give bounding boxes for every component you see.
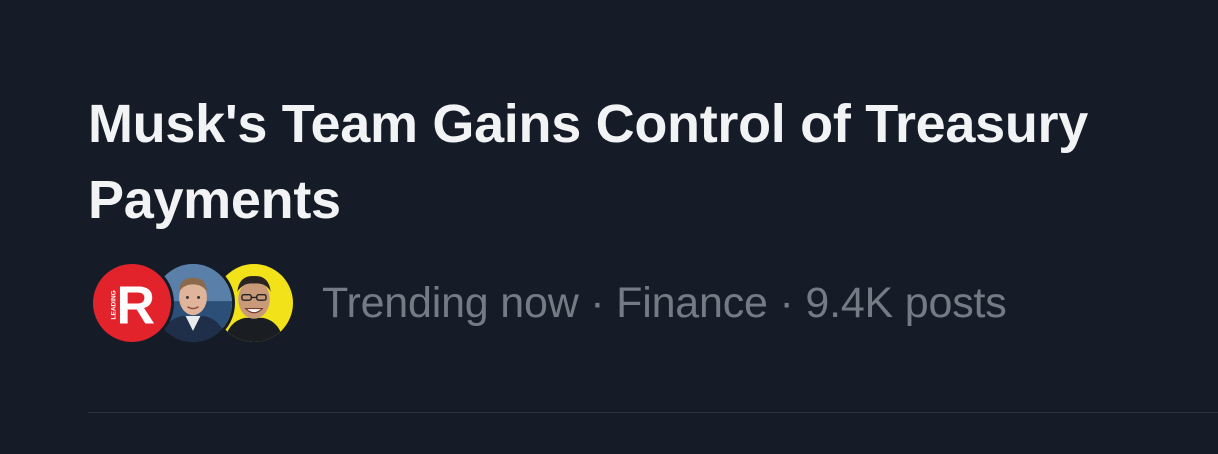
trend-meta: R LEADING Trending now · Finance · 9.4K …: [90, 258, 1007, 348]
leading-report-logo-icon: R LEADING: [90, 261, 174, 345]
trend-post-count: 9.4K posts: [805, 278, 1007, 327]
divider: [88, 412, 1218, 413]
trend-status: Trending now: [322, 278, 579, 327]
trend-headline[interactable]: Musk's Team Gains Control of Treasury Pa…: [88, 86, 1148, 238]
avatar-stack: R LEADING: [90, 258, 296, 348]
trend-meta-text: Trending now · Finance · 9.4K posts: [322, 279, 1007, 328]
meta-separator: ·: [590, 278, 605, 327]
trend-item[interactable]: Musk's Team Gains Control of Treasury Pa…: [0, 0, 1218, 454]
svg-text:LEADING: LEADING: [110, 290, 117, 319]
svg-text:R: R: [116, 275, 155, 335]
trend-category[interactable]: Finance: [616, 279, 768, 327]
meta-separator: ·: [779, 278, 794, 327]
